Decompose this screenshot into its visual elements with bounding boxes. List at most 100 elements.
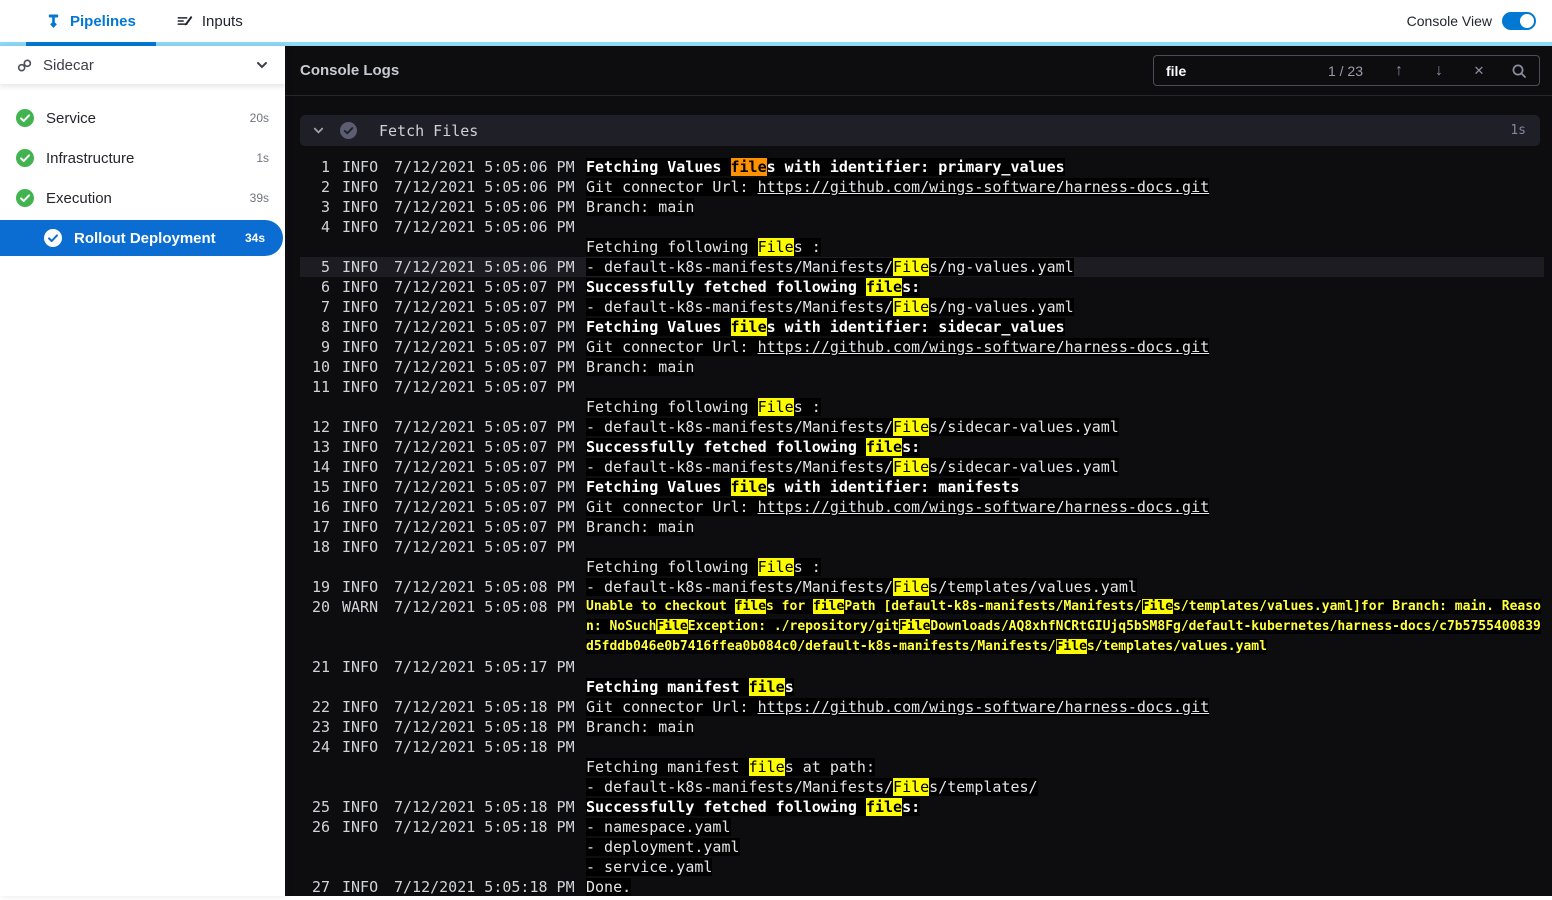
log-row[interactable]: 21 INFO 7/12/2021 5:05:17 PM Fetching manif…: [300, 657, 1544, 697]
log-text: s/templates/: [929, 778, 1038, 796]
log-level: INFO: [342, 658, 379, 676]
sidebar-item-service[interactable]: Service 20s: [0, 98, 285, 138]
log-line-number: 16: [311, 498, 330, 516]
log-row[interactable]: 24 INFO 7/12/2021 5:05:18 PM Fetching manif…: [300, 737, 1544, 797]
search-match: file: [734, 599, 767, 614]
sidebar-item-execution[interactable]: Execution 39s: [0, 178, 285, 218]
log-row[interactable]: 23 INFO 7/12/2021 5:05:18 PM Branch: main: [300, 717, 1544, 737]
log-level: INFO: [342, 378, 379, 396]
previous-match-icon[interactable]: ↑: [1389, 62, 1409, 80]
log-section-fetch-files[interactable]: Fetch Files 1s: [300, 115, 1540, 146]
log-row[interactable]: 27 INFO 7/12/2021 5:05:18 PM Done.: [300, 877, 1544, 896]
log-message: - default-k8s-manifests/Manifests/Files/…: [586, 297, 1544, 317]
log-row[interactable]: 12 INFO 7/12/2021 5:05:07 PM - default-k8s-…: [300, 417, 1544, 437]
log-text: s :: [793, 398, 821, 416]
log-text: Fetching following: [586, 558, 758, 576]
search-match: File: [893, 258, 930, 276]
search-match: file: [865, 438, 903, 456]
log-message-line: [586, 377, 1544, 397]
log-text: Fetching following: [586, 398, 758, 416]
log-timestamp: 7/12/2021 5:05:08 PM: [394, 578, 575, 596]
chevron-down-icon[interactable]: [312, 124, 325, 137]
log-timestamp: 7/12/2021 5:05:07 PM: [394, 338, 575, 356]
log-message-line: Fetching manifest files: [586, 677, 1544, 697]
tab-pipelines[interactable]: Pipelines: [26, 0, 156, 46]
search-match: File: [893, 418, 930, 436]
log-text: s at path:: [784, 758, 875, 776]
log-search-box[interactable]: file 1 / 23 ↑ ↓ ✕: [1153, 55, 1540, 86]
next-match-icon[interactable]: ↓: [1429, 62, 1449, 80]
sidebar-item-infrastructure[interactable]: Infrastructure 1s: [0, 138, 285, 178]
log-timestamp: 7/12/2021 5:05:06 PM: [394, 198, 575, 216]
search-match: File: [893, 458, 930, 476]
console-panel: Console Logs file 1 / 23 ↑ ↓ ✕ Fetch Fil…: [285, 46, 1552, 896]
log-row[interactable]: 3 INFO 7/12/2021 5:05:06 PM Branch: main: [300, 197, 1544, 217]
log-row[interactable]: 18 INFO 7/12/2021 5:05:07 PM Fetching follo…: [300, 537, 1544, 577]
log-row[interactable]: 6 INFO 7/12/2021 5:05:07 PM Successfully fe…: [300, 277, 1544, 297]
log-row[interactable]: 20 WARN 7/12/2021 5:05:08 PM Unable to chec…: [300, 597, 1544, 657]
log-row[interactable]: 2 INFO 7/12/2021 5:05:06 PM Git connector U…: [300, 177, 1544, 197]
log-row[interactable]: 11 INFO 7/12/2021 5:05:07 PM Fetching follo…: [300, 377, 1544, 417]
search-match: File: [656, 619, 688, 634]
log-message-line: Branch: main: [586, 357, 1544, 377]
log-row[interactable]: 26 INFO 7/12/2021 5:05:18 PM - namespace.ya…: [300, 817, 1544, 877]
log-level: INFO: [342, 438, 379, 456]
log-line-number: 6: [320, 278, 330, 296]
log-message-line: Fetching following Files :: [586, 557, 1544, 577]
log-row[interactable]: 9 INFO 7/12/2021 5:05:07 PM Git connector U…: [300, 337, 1544, 357]
search-match: file: [865, 278, 903, 296]
log-line-number: 15: [311, 478, 330, 496]
search-input[interactable]: file: [1166, 63, 1328, 79]
log-text: s with identifier: sidecar_values: [766, 318, 1065, 336]
log-level: INFO: [342, 198, 379, 216]
log-timestamp: 7/12/2021 5:05:07 PM: [394, 518, 575, 536]
log-row[interactable]: 17 INFO 7/12/2021 5:05:07 PM Branch: main: [300, 517, 1544, 537]
log-message-line: Fetching manifest files at path:: [586, 757, 1544, 777]
sidebar-group-sidecar[interactable]: Sidecar: [0, 46, 285, 84]
log-row[interactable]: 5 INFO 7/12/2021 5:05:06 PM - default-k8s-m…: [300, 257, 1544, 277]
log-row[interactable]: 14 INFO 7/12/2021 5:05:07 PM - default-k8s-…: [300, 457, 1544, 477]
log-message: Fetching manifest files: [586, 657, 1544, 697]
inputs-icon: [176, 13, 193, 29]
console-view-label: Console View: [1406, 13, 1492, 29]
log-link[interactable]: https://github.com/wings-software/harnes…: [757, 698, 1210, 716]
log-row[interactable]: 7 INFO 7/12/2021 5:05:07 PM - default-k8s-m…: [300, 297, 1544, 317]
log-level: INFO: [342, 158, 379, 176]
log-level: INFO: [342, 478, 379, 496]
log-link[interactable]: https://github.com/wings-software/harnes…: [757, 178, 1210, 196]
log-message: Branch: main: [586, 517, 1544, 537]
log-row[interactable]: 19 INFO 7/12/2021 5:05:08 PM - default-k8s-…: [300, 577, 1544, 597]
log-row[interactable]: 22 INFO 7/12/2021 5:05:18 PM Git connector …: [300, 697, 1544, 717]
log-row[interactable]: 25 INFO 7/12/2021 5:05:18 PM Successfully f…: [300, 797, 1544, 817]
log-text: Fetching Values: [586, 158, 731, 176]
log-level: INFO: [342, 278, 379, 296]
close-icon[interactable]: ✕: [1469, 63, 1489, 79]
log-row[interactable]: 10 INFO 7/12/2021 5:05:07 PM Branch: main: [300, 357, 1544, 377]
chevron-down-icon[interactable]: [255, 58, 269, 72]
log-message: - default-k8s-manifests/Manifests/Files/…: [586, 457, 1544, 477]
sidebar-item-label: Infrastructure: [46, 149, 135, 167]
success-check-icon: [16, 189, 34, 207]
log-link[interactable]: https://github.com/wings-software/harnes…: [757, 338, 1210, 356]
log-text: Fetching Values: [586, 478, 731, 496]
tab-inputs[interactable]: Inputs: [156, 0, 263, 42]
log-row[interactable]: 4 INFO 7/12/2021 5:05:06 PM Fetching follow…: [300, 217, 1544, 257]
log-text: Successfully fetched following: [586, 278, 866, 296]
log-row[interactable]: 15 INFO 7/12/2021 5:05:07 PM Fetching Value…: [300, 477, 1544, 497]
log-row[interactable]: 8 INFO 7/12/2021 5:05:07 PM Fetching Values…: [300, 317, 1544, 337]
log-row[interactable]: 1 INFO 7/12/2021 5:05:06 PM Fetching Values…: [300, 157, 1544, 177]
log-line-number: 12: [311, 418, 330, 436]
log-row[interactable]: 16 INFO 7/12/2021 5:05:07 PM Git connector …: [300, 497, 1544, 517]
search-icon[interactable]: [1509, 63, 1529, 79]
search-match: file: [865, 798, 903, 816]
sidebar-item-rollout-deployment[interactable]: Rollout Deployment 34s: [0, 220, 283, 256]
log-line-number: 5: [320, 258, 330, 276]
log-text: - service.yaml: [586, 858, 713, 876]
search-match: file: [730, 478, 767, 496]
log-timestamp: 7/12/2021 5:05:07 PM: [394, 438, 575, 456]
log-message-line: Fetching Values files with identifier: p…: [586, 157, 1544, 177]
log-link[interactable]: https://github.com/wings-software/harnes…: [757, 498, 1210, 516]
console-title: Console Logs: [300, 62, 400, 79]
log-row[interactable]: 13 INFO 7/12/2021 5:05:07 PM Successfully f…: [300, 437, 1544, 457]
console-view-toggle[interactable]: [1502, 12, 1536, 30]
